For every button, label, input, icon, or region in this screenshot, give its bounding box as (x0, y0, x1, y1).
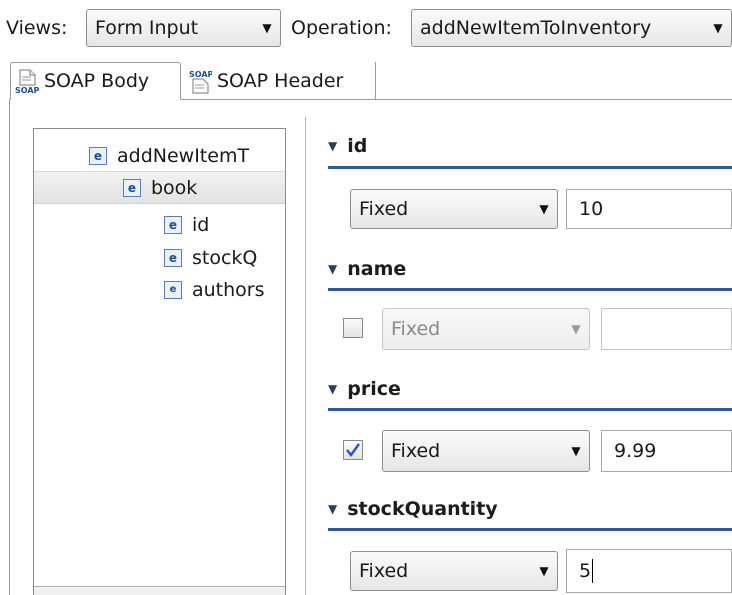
text-caret (592, 559, 594, 583)
element-tree[interactable]: e addNewItemT e book e id e stockQ e aut… (33, 128, 286, 595)
tree-item[interactable]: e stockQ (164, 241, 285, 274)
section-title: name (347, 258, 407, 280)
section-header-stockquantity[interactable]: ▼ stockQuantity (328, 494, 732, 524)
tree-item-label: book (151, 176, 198, 199)
stockquantity-mode-value: Fixed (359, 560, 409, 582)
collapse-triangle-icon: ▼ (328, 262, 338, 276)
stockquantity-mode-select[interactable]: Fixed ▼ (350, 551, 558, 591)
chevron-down-icon: ▼ (539, 202, 549, 216)
tree-scrollbar[interactable] (34, 586, 285, 595)
section-rule (328, 408, 732, 411)
views-label: Views: (6, 17, 68, 39)
tree-item-label: stockQ (192, 246, 258, 269)
tree-item-label: addNewItemT (117, 144, 250, 167)
tab-soap-body-label: SOAP Body (44, 70, 150, 92)
tree-item[interactable]: e addNewItemT (89, 139, 285, 172)
soap-body-icon: SOAP (15, 68, 40, 95)
operation-select[interactable]: addNewItemToInventory ▼ (411, 9, 732, 47)
tree-item[interactable]: e id (164, 208, 285, 241)
price-value-text: 9.99 (614, 440, 657, 462)
checkmark-icon (346, 443, 360, 457)
tree-item-selected[interactable]: e book (34, 171, 285, 204)
section-title: stockQuantity (347, 498, 498, 520)
collapse-triangle-icon: ▼ (328, 382, 338, 396)
tab-soap-body[interactable]: SOAP SOAP Body (10, 62, 181, 100)
section-header-name[interactable]: ▼ name (328, 254, 732, 284)
soap-header-icon: SOAP (188, 68, 214, 94)
name-mode-value: Fixed (391, 318, 441, 340)
views-select-value: Form Input (95, 17, 199, 39)
price-mode-value: Fixed (391, 440, 441, 462)
name-value-input[interactable] (601, 308, 732, 350)
svg-text:SOAP: SOAP (189, 70, 212, 79)
section-title: id (347, 135, 368, 157)
price-enable-checkbox[interactable] (343, 440, 363, 460)
chevron-down-icon: ▼ (713, 21, 723, 35)
id-value-text: 10 (579, 198, 604, 220)
section-header-id[interactable]: ▼ id (328, 131, 732, 161)
pane-divider[interactable] (305, 117, 306, 595)
section-title: price (347, 378, 401, 400)
tab-soap-header-label: SOAP Header (217, 70, 344, 92)
section-rule (328, 166, 732, 169)
operation-select-value: addNewItemToInventory (420, 17, 652, 39)
svg-text:SOAP: SOAP (15, 86, 39, 94)
stockquantity-value-input[interactable]: 5 (566, 549, 732, 593)
element-icon: e (164, 248, 182, 267)
chevron-down-icon: ▼ (571, 444, 581, 458)
id-value-input[interactable]: 10 (566, 189, 732, 229)
tree-item-label: id (192, 213, 210, 236)
operation-label: Operation: (291, 17, 392, 39)
name-enable-checkbox[interactable] (343, 318, 363, 338)
element-icon: e (164, 280, 182, 299)
chevron-down-icon: ▼ (571, 322, 581, 336)
price-mode-select[interactable]: Fixed ▼ (382, 430, 590, 472)
chevron-down-icon: ▼ (262, 21, 272, 35)
id-mode-select[interactable]: Fixed ▼ (350, 189, 558, 229)
section-rule (328, 528, 732, 531)
collapse-triangle-icon: ▼ (328, 502, 338, 516)
stockquantity-value-text: 5 (579, 560, 592, 582)
element-icon: e (164, 215, 182, 234)
tree-item[interactable]: e authors (164, 273, 285, 306)
tree-item-label: authors (192, 278, 265, 301)
tab-soap-header[interactable]: SOAP SOAP Header (184, 62, 376, 100)
element-icon: e (123, 178, 141, 197)
name-mode-select[interactable]: Fixed ▼ (382, 308, 590, 350)
collapse-triangle-icon: ▼ (328, 139, 338, 153)
chevron-down-icon: ▼ (539, 564, 549, 578)
element-icon: e (89, 146, 107, 165)
id-mode-value: Fixed (359, 198, 409, 220)
section-header-price[interactable]: ▼ price (328, 374, 732, 404)
section-rule (328, 288, 732, 291)
price-value-input[interactable]: 9.99 (601, 430, 732, 472)
views-select[interactable]: Form Input ▼ (86, 9, 281, 47)
